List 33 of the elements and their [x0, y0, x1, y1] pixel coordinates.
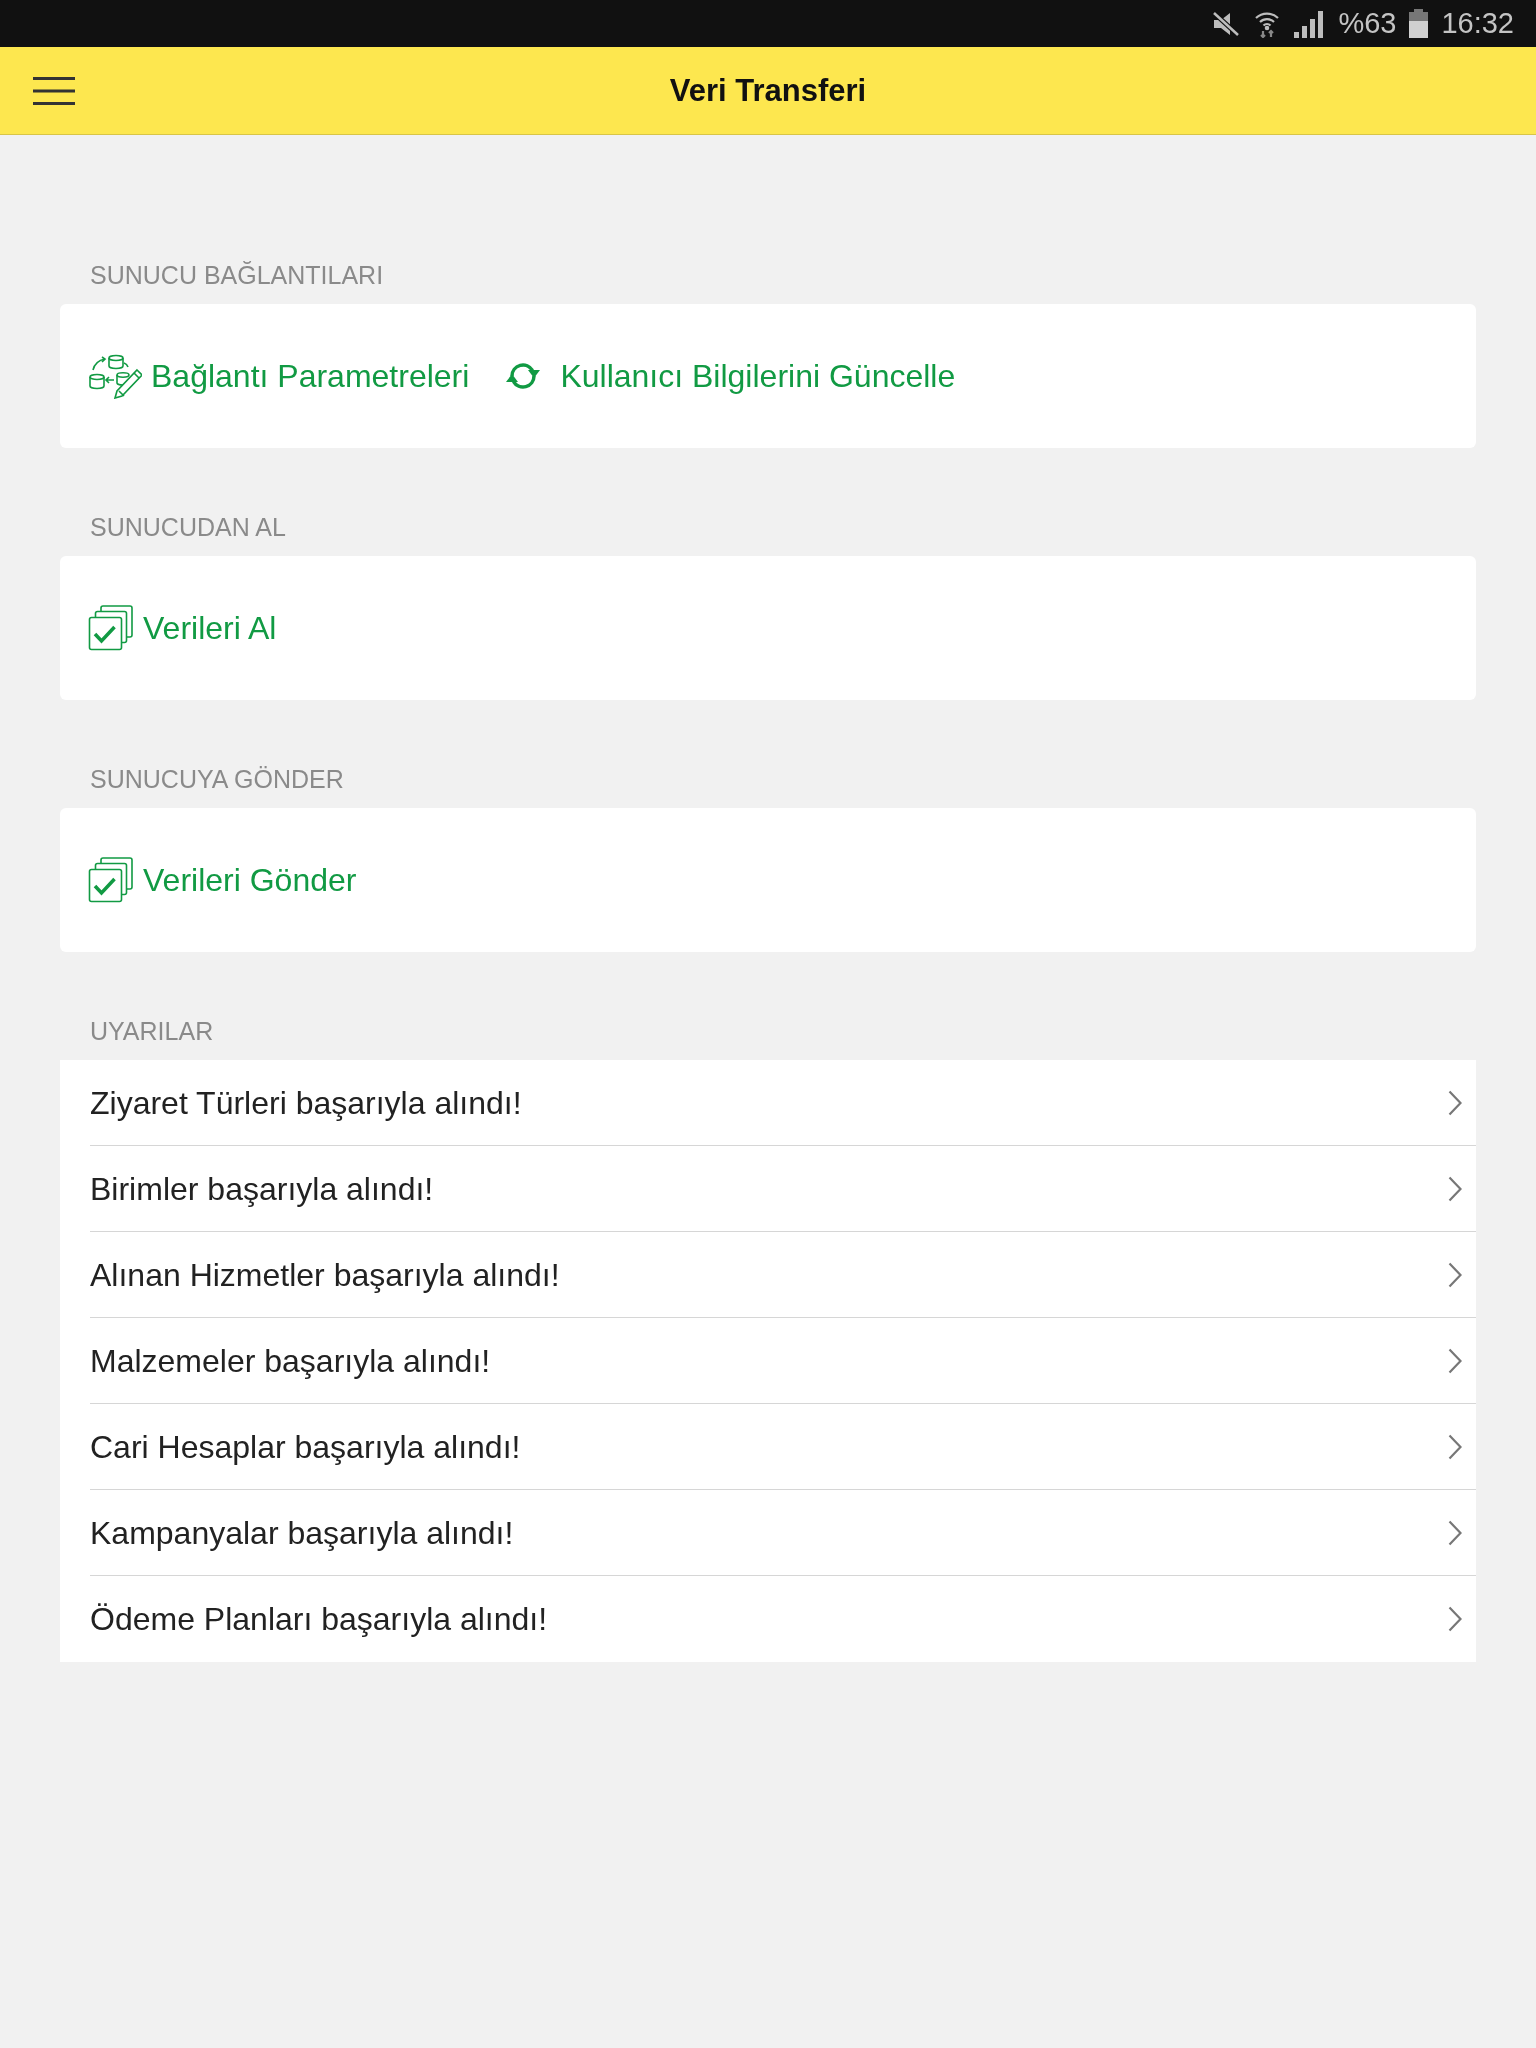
alert-item[interactable]: Alınan Hizmetler başarıyla alındı!	[90, 1232, 1476, 1318]
checkbox-stack-icon	[88, 605, 134, 651]
signal-icon	[1293, 9, 1326, 38]
chevron-right-icon	[1448, 1347, 1462, 1374]
menu-icon	[33, 76, 75, 105]
alert-item[interactable]: Birimler başarıyla alındı!	[90, 1146, 1476, 1232]
alert-item[interactable]: Malzemeler başarıyla alındı!	[90, 1318, 1476, 1404]
chevron-right-icon	[1448, 1175, 1462, 1202]
action-link[interactable]: Kullanıcı Bilgilerini Güncelle	[503, 356, 956, 396]
clock-time: 16:32	[1441, 5, 1514, 41]
action-link[interactable]: Verileri Al	[88, 605, 277, 651]
chevron-right-icon	[1448, 1519, 1462, 1546]
menu-button[interactable]	[33, 76, 75, 105]
database-pencil-icon	[88, 353, 142, 399]
section-heading: SUNUCUYA GÖNDER	[89, 764, 345, 794]
section-heading: SUNUCUDAN AL	[89, 512, 287, 542]
battery-icon	[1409, 9, 1429, 38]
muted-speaker-icon	[1211, 10, 1242, 37]
chevron-right-icon	[1448, 1261, 1462, 1288]
alert-item[interactable]: Ziyaret Türleri başarıyla alındı!	[90, 1060, 1476, 1146]
alert-item[interactable]: Ödeme Planları başarıyla alındı!	[90, 1576, 1476, 1662]
section-heading: SUNUCU BAĞLANTILARI	[89, 260, 385, 290]
section-heading: UYARILAR	[89, 1016, 215, 1046]
alert-item[interactable]: Kampanyalar başarıyla alındı!	[90, 1490, 1476, 1576]
chevron-right-icon	[1448, 1433, 1462, 1460]
page-title: Veri Transferi	[669, 71, 867, 110]
alert-item[interactable]: Cari Hesaplar başarıyla alındı!	[90, 1404, 1476, 1490]
chevron-right-icon	[1448, 1606, 1462, 1632]
checkbox-stack-icon	[88, 857, 134, 903]
chevron-right-icon	[1448, 1089, 1462, 1116]
action-link[interactable]: Bağlantı Parametreleri	[88, 353, 470, 399]
action-link[interactable]: Verileri Gönder	[88, 857, 357, 903]
battery-percentage: %63	[1338, 5, 1397, 41]
